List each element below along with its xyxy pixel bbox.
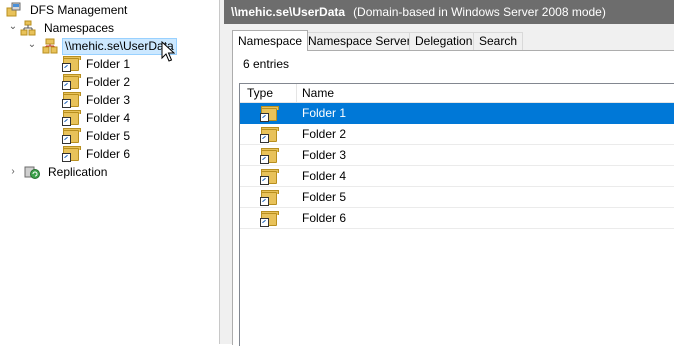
navigation-tree: DFS Management ⌄ Namespaces ⌄ \\mehic.se… (0, 0, 219, 344)
table-row[interactable]: Folder 2 (240, 124, 674, 145)
details-title: \\mehic.se\UserData (231, 5, 346, 19)
chevron-down-icon[interactable]: ⌄ (27, 40, 37, 50)
folder-link-icon (62, 74, 81, 90)
folder-list[interactable]: Type Name Folder 1 Folder 2 Folder 3 Fol… (239, 83, 674, 346)
tree-item-namespace-userdata[interactable]: \\mehic.se\UserData (42, 37, 177, 55)
tree-item-dfs-management[interactable]: DFS Management (6, 1, 129, 19)
tree-label-dfs-management: DFS Management (30, 3, 128, 17)
tree-item-folder[interactable]: Folder 2 (62, 73, 132, 91)
tree-label-folder: Folder 2 (86, 75, 131, 89)
tree-item-folder[interactable]: Folder 5 (62, 127, 132, 145)
row-name: Folder 2 (302, 127, 347, 141)
tree-item-folder[interactable]: Folder 4 (62, 109, 132, 127)
namespace-icon (42, 38, 58, 54)
tree-item-replication[interactable]: Replication (24, 163, 109, 181)
table-row[interactable]: Folder 3 (240, 145, 674, 166)
table-row[interactable]: Folder 5 (240, 187, 674, 208)
folder-link-icon (62, 92, 81, 108)
tree-item-folder[interactable]: Folder 6 (62, 145, 132, 163)
tab-delegation[interactable]: Delegation (409, 32, 479, 50)
tree-label-folder: Folder 1 (86, 57, 131, 71)
tree-item-namespaces[interactable]: Namespaces (20, 19, 116, 37)
tab-namespace-servers[interactable]: Namespace Servers (302, 32, 423, 50)
tree-label-folder: Folder 3 (86, 93, 131, 107)
tree-label-namespaces: Namespaces (44, 21, 115, 35)
row-name: Folder 6 (302, 211, 347, 225)
tab-search[interactable]: Search (473, 32, 524, 50)
chevron-down-icon[interactable]: ⌄ (8, 22, 18, 32)
column-header-type[interactable]: Type (247, 84, 273, 102)
folder-link-icon (62, 56, 81, 72)
tree-item-folder[interactable]: Folder 1 (62, 55, 132, 73)
mouse-cursor-icon (161, 41, 175, 62)
folder-link-icon (62, 110, 81, 126)
row-name: Folder 1 (302, 106, 347, 120)
details-titlebar: \\mehic.se\UserData (Domain-based in Wind… (224, 0, 674, 24)
tree-label-folder: Folder 6 (86, 147, 131, 161)
details-pane: \\mehic.se\UserData (Domain-based in Wind… (224, 0, 674, 346)
row-name: Folder 3 (302, 148, 347, 162)
row-name: Folder 5 (302, 190, 347, 204)
tree-item-folder[interactable]: Folder 3 (62, 91, 132, 109)
replication-icon (24, 164, 40, 180)
column-header-name[interactable]: Name (302, 84, 334, 102)
tree-label-folder: Folder 5 (86, 129, 131, 143)
tree-label-folder: Folder 4 (86, 111, 131, 125)
table-row[interactable]: Folder 4 (240, 166, 674, 187)
tab-namespace[interactable]: Namespace (232, 30, 309, 51)
folder-link-icon (62, 128, 81, 144)
chevron-right-icon[interactable]: › (8, 167, 18, 177)
table-row[interactable]: Folder 6 (240, 208, 674, 229)
dfs-management-icon (6, 2, 22, 18)
tree-label-namespace: \\mehic.se\UserData (62, 37, 177, 55)
namespace-tab-panel: 6 entries Type Name Folder 1 Folder 2 Fo… (232, 50, 674, 346)
column-divider[interactable] (296, 84, 297, 102)
list-header: Type Name (240, 84, 674, 103)
entries-count: 6 entries (243, 57, 290, 71)
row-name: Folder 4 (302, 169, 347, 183)
details-subtitle: (Domain-based in Windows Server 2008 mod… (353, 5, 606, 19)
table-row[interactable]: Folder 1 (240, 103, 674, 124)
folder-link-icon (62, 146, 81, 162)
namespaces-icon (20, 20, 36, 36)
tree-label-replication: Replication (48, 165, 108, 179)
